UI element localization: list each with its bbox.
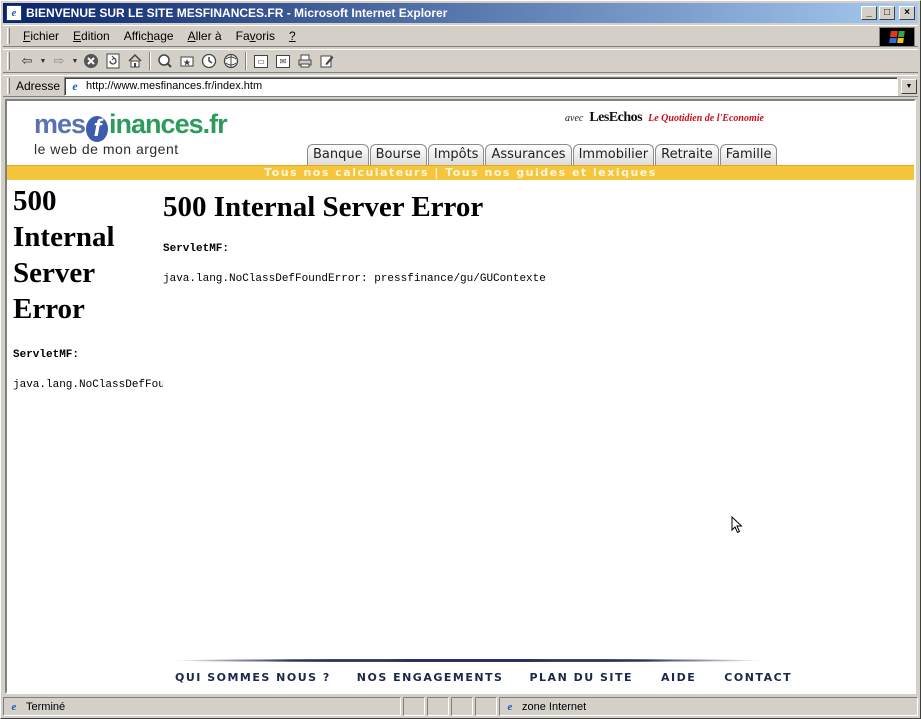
site-header: mes f inances.fr le web de mon argent avec…: [7, 101, 914, 165]
les-echos-logo: LesEchos: [589, 110, 643, 125]
site-logo[interactable]: mes f inances.fr le web de mon argent: [34, 109, 228, 157]
logo-wordmark: mes f inances.fr: [34, 109, 228, 142]
address-label: Adresse: [16, 79, 61, 93]
error-main-message: java.lang.NoClassDefFoundError: pressfin…: [163, 273, 546, 285]
toolbar-separator: [149, 52, 151, 70]
status-cell-secure: [451, 697, 473, 716]
status-cell-extra: [475, 697, 497, 716]
status-zone[interactable]: e zone Internet: [499, 697, 918, 716]
tab-assurances[interactable]: Assurances: [485, 144, 572, 165]
partner-quotidien: Le Quotidien de l'Economie: [648, 113, 764, 124]
maximize-button[interactable]: □: [879, 6, 895, 20]
logo-f-ball: f: [86, 116, 109, 142]
status-text: Terminé: [26, 700, 66, 713]
window-title: BIENVENUE SUR LE SITE MESFINANCES.FR - M…: [26, 6, 448, 20]
forward-icon[interactable]: ⇨: [48, 51, 70, 71]
menu-affichage[interactable]: Affichage: [117, 29, 181, 43]
tab-impots[interactable]: Impôts: [427, 144, 485, 165]
refresh-icon[interactable]: [102, 51, 124, 71]
address-field[interactable]: e: [64, 76, 898, 96]
page-icon: e: [72, 79, 78, 93]
logo-part-fr: .fr: [202, 109, 228, 139]
stop-icon[interactable]: [80, 51, 102, 71]
close-button[interactable]: ×: [899, 6, 915, 20]
forward-dropdown-icon[interactable]: ▼: [70, 58, 80, 65]
zone-text: zone Internet: [522, 700, 587, 713]
error-left-message: java.lang.NoClassDefFoundError: pressfin…: [13, 379, 163, 391]
error-left-column: 500 Internal Server Error ServletMF: jav…: [13, 183, 163, 391]
footer-link-qui-sommes-nous[interactable]: QUI SOMMES NOUS ?: [175, 671, 331, 684]
menu-favoris[interactable]: Favoris: [229, 29, 282, 43]
tab-banque[interactable]: Banque: [307, 144, 369, 165]
status-cell-progress: [403, 697, 425, 716]
standard-toolbar: ⇦ ▼ ⇨ ▼ ▭ ✉: [3, 49, 918, 73]
footer-link-aide[interactable]: AIDE: [661, 671, 696, 684]
menu-edition[interactable]: Edition: [66, 29, 117, 43]
error-main-column: 500 Internal Server Error ServletMF: jav…: [163, 189, 903, 285]
footer-links: QUI SOMMES NOUS ? NOS ENGAGEMENTS PLAN D…: [175, 671, 792, 684]
menu-help[interactable]: ?: [282, 29, 303, 43]
windows-logo-throbber: [879, 27, 915, 47]
address-bar: Adresse e ▼: [3, 75, 918, 97]
ie-icon: e: [6, 5, 22, 21]
tab-retraite[interactable]: Retraite: [655, 144, 719, 165]
tab-bourse[interactable]: Bourse: [369, 144, 427, 165]
menu-fichier[interactable]: Fichier: [16, 29, 66, 43]
address-dropdown-icon[interactable]: ▼: [901, 78, 917, 94]
favorites-icon[interactable]: [176, 51, 198, 71]
toolbar-separator: [245, 52, 247, 70]
title-bar[interactable]: e BIENVENUE SUR LE SITE MESFINANCES.FR -…: [3, 3, 918, 23]
page-viewport[interactable]: mes f inances.fr le web de mon argent avec…: [5, 99, 916, 694]
status-main: e Terminé: [3, 697, 401, 716]
home-icon[interactable]: [124, 51, 146, 71]
mouse-cursor-icon: [731, 516, 743, 534]
error-left-servlet: ServletMF:: [13, 349, 80, 361]
tab-immobilier[interactable]: Immobilier: [572, 144, 655, 165]
history-icon[interactable]: [198, 51, 220, 71]
partner-avec: avec: [565, 113, 584, 124]
menubar-grip[interactable]: [7, 28, 10, 44]
logo-part-inances: inances: [109, 109, 204, 139]
browser-window: e BIENVENUE SUR LE SITE MESFINANCES.FR -…: [0, 0, 921, 719]
tab-famille[interactable]: Famille: [719, 144, 778, 165]
footer-link-nos-engagements[interactable]: NOS ENGAGEMENTS: [357, 671, 504, 684]
search-icon[interactable]: [154, 51, 176, 71]
window-glyph: ▭: [254, 54, 268, 68]
footer-link-plan-du-site[interactable]: PLAN DU SITE: [529, 671, 633, 684]
fullscreen-icon[interactable]: ▭: [250, 51, 272, 71]
page-done-icon: e: [11, 700, 17, 713]
menu-aller-a[interactable]: Aller à: [181, 29, 229, 43]
print-icon[interactable]: [294, 51, 316, 71]
channels-icon[interactable]: [220, 51, 242, 71]
addressbar-grip[interactable]: [7, 78, 10, 94]
section-tabs: Banque Bourse Impôts Assurances Immobili…: [307, 144, 778, 165]
mail-glyph: ✉: [276, 54, 290, 68]
footer-link-contact[interactable]: CONTACT: [724, 671, 792, 684]
minimize-button[interactable]: _: [861, 6, 877, 20]
toolbar-grip[interactable]: [7, 52, 10, 70]
edit-icon[interactable]: [316, 51, 338, 71]
logo-tagline: le web de mon argent: [34, 141, 179, 157]
error-left-title: 500 Internal Server Error: [13, 185, 115, 325]
calculators-guides-band[interactable]: Tous nos calculateurs | Tous nos guides …: [7, 165, 914, 180]
windows-logo-icon: [889, 31, 905, 43]
url-input[interactable]: [86, 80, 897, 92]
logo-part-mes: mes: [34, 109, 86, 139]
back-icon[interactable]: ⇦: [16, 51, 38, 71]
footer-divider: [173, 659, 763, 662]
status-bar: e Terminé e zone Internet: [3, 697, 918, 717]
back-dropdown-icon[interactable]: ▼: [38, 58, 48, 65]
menu-bar: Fichier Edition Affichage Aller à Favori…: [3, 25, 918, 47]
error-main-servlet: ServletMF:: [163, 243, 230, 255]
error-main-title: 500 Internal Server Error: [163, 191, 484, 223]
internet-zone-icon: e: [507, 700, 513, 713]
mail-icon[interactable]: ✉: [272, 51, 294, 71]
partner-banner[interactable]: avec LesEchos Le Quotidien de l'Economie: [565, 110, 764, 126]
status-cell-offline: [427, 697, 449, 716]
